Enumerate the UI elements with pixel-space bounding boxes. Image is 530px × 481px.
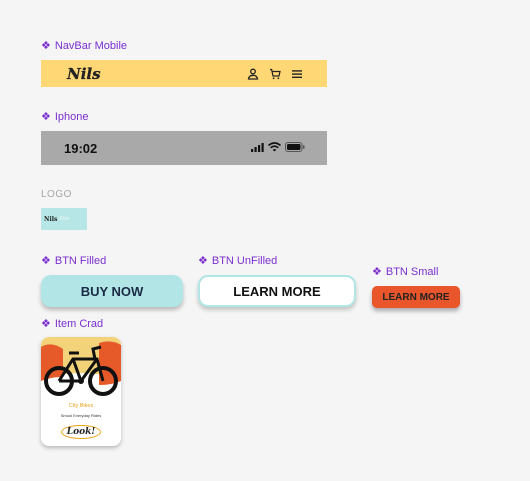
item-card-label-text: Item Crad <box>54 318 104 330</box>
card-title: City Bikes <box>68 403 94 409</box>
mobile-navbar: Nils <box>41 60 327 87</box>
navbar-component-label: ❖ NavBar Mobile <box>41 40 127 52</box>
logo-caption: LOGO <box>41 189 72 200</box>
iphone-component-label: ❖ Iphone <box>41 111 89 123</box>
logo-text: Nils <box>44 215 58 223</box>
component-diamond-icon: ❖ <box>41 254 51 267</box>
bicycle-image <box>41 337 121 399</box>
learn-more-button[interactable]: LEARN MORE <box>198 275 356 307</box>
btn-small-component-label: ❖ BTN Small <box>372 266 438 278</box>
signal-icon <box>251 139 264 157</box>
buy-now-button[interactable]: BUY NOW <box>41 275 183 307</box>
btn-filled-label-text: BTN Filled <box>54 255 107 267</box>
learn-more-small-button[interactable]: LEARN MORE <box>372 286 460 308</box>
status-time: 19:02 <box>64 140 98 156</box>
battery-icon <box>285 139 305 157</box>
cart-icon[interactable] <box>269 68 281 80</box>
component-diamond-icon: ❖ <box>41 39 51 52</box>
item-card-component-label: ❖ Item Crad <box>41 318 103 330</box>
component-diamond-icon: ❖ <box>198 254 208 267</box>
navbar-label-text: NavBar Mobile <box>54 40 128 52</box>
btn-unfilled-label-text: BTN UnFilled <box>211 255 278 267</box>
look-button[interactable]: Look! <box>61 425 101 439</box>
logo: Nils Ride <box>41 208 87 230</box>
component-diamond-icon: ❖ <box>372 265 382 278</box>
component-diamond-icon: ❖ <box>41 317 51 330</box>
menu-icon[interactable] <box>291 68 303 80</box>
component-diamond-icon: ❖ <box>41 110 51 123</box>
btn-unfilled-component-label: ❖ BTN UnFilled <box>198 255 277 267</box>
wifi-icon <box>267 139 282 157</box>
iphone-status-bar: 19:02 <box>41 131 327 165</box>
btn-filled-component-label: ❖ BTN Filled <box>41 255 106 267</box>
user-icon[interactable] <box>247 68 259 80</box>
item-card[interactable]: City Bikes Smool Everyday Rides Look! <box>41 337 121 446</box>
navbar-logo[interactable]: Nils <box>67 64 101 82</box>
navbar-icons <box>247 68 303 80</box>
logo-tagline: Ride <box>59 216 70 222</box>
iphone-label-text: Iphone <box>54 111 89 123</box>
status-icons <box>251 139 305 157</box>
card-subtitle: Smool Everyday Rides <box>60 413 102 418</box>
btn-small-label-text: BTN Small <box>385 266 439 278</box>
